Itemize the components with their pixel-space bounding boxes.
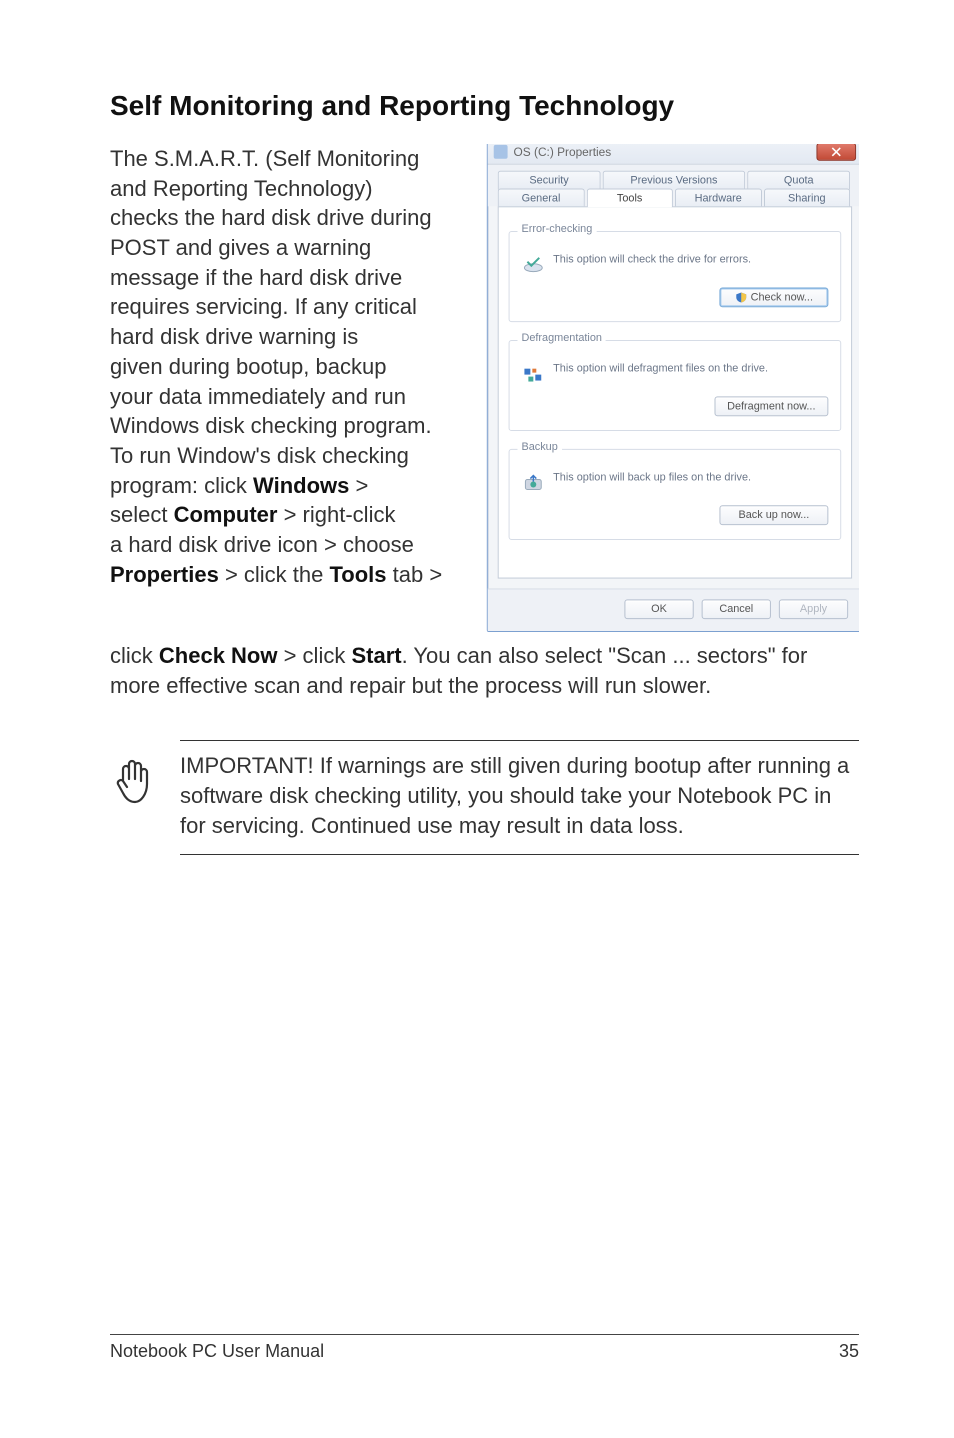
tab-general[interactable]: General: [498, 188, 585, 207]
intro-line: POST and gives a warning: [110, 235, 371, 260]
intro-paragraph: The S.M.A.R.T. (Self Monitoring and Repo…: [110, 144, 455, 589]
check-disk-icon: [521, 254, 545, 278]
kw-start: Start: [351, 643, 401, 668]
intro-line: given during bootup, backup: [110, 354, 386, 379]
group-label: Backup: [517, 441, 561, 453]
cancel-button[interactable]: Cancel: [702, 599, 771, 619]
group-label: Error-checking: [517, 223, 596, 235]
backup-icon: [521, 472, 545, 496]
intro-line: requires servicing. If any critical: [110, 294, 417, 319]
note-text: IMPORTANT! If warnings are still given d…: [180, 751, 859, 840]
intro-seq: a hard disk drive icon > choose: [110, 532, 414, 557]
kw-windows: Windows: [253, 473, 349, 498]
intro-seq: > right-click: [277, 502, 395, 527]
backup-now-button[interactable]: Back up now...: [719, 505, 828, 525]
defrag-icon: [521, 363, 545, 387]
group-text: This option will back up files on the dr…: [553, 472, 751, 485]
intro-line: Windows disk checking program.: [110, 413, 432, 438]
error-checking-group: Error-checking This option will check th…: [509, 231, 842, 322]
drive-icon: [494, 144, 508, 158]
footer-title: Notebook PC User Manual: [110, 1341, 324, 1362]
tools-panel: Error-checking This option will check th…: [498, 206, 852, 578]
important-note: IMPORTANT! If warnings are still given d…: [180, 740, 859, 855]
kw-tools: Tools: [329, 562, 386, 587]
intro-seq: program: click: [110, 473, 253, 498]
tab-previous-versions[interactable]: Previous Versions: [602, 171, 745, 190]
cont-text: click: [110, 643, 159, 668]
group-text: This option will check the drive for err…: [553, 254, 751, 267]
kw-properties: Properties: [110, 562, 219, 587]
dialog-titlebar: OS (C:) Properties: [488, 144, 859, 165]
close-icon: [831, 146, 841, 156]
backup-group: Backup This option will back up files on…: [509, 449, 842, 540]
page-number: 35: [839, 1341, 859, 1362]
group-text: This option will defragment files on the…: [553, 363, 768, 376]
section-heading: Self Monitoring and Reporting Technology: [110, 90, 859, 122]
hand-stop-icon: [110, 757, 160, 807]
tab-bar: Security Previous Versions Quota General…: [488, 165, 859, 207]
ok-button[interactable]: OK: [624, 599, 693, 619]
intro-line: and Reporting Technology): [110, 176, 373, 201]
check-now-label: Check now...: [751, 291, 813, 303]
kw-check-now: Check Now: [159, 643, 278, 668]
group-label: Defragmentation: [517, 332, 605, 344]
dialog-title: OS (C:) Properties: [514, 144, 612, 158]
tab-quota[interactable]: Quota: [747, 171, 850, 190]
tab-security[interactable]: Security: [498, 171, 601, 190]
tab-tools[interactable]: Tools: [586, 188, 673, 207]
intro-line: hard disk drive warning is: [110, 324, 358, 349]
close-button[interactable]: [816, 144, 856, 160]
intro-seq: >: [349, 473, 368, 498]
intro-seq: > click the: [219, 562, 330, 587]
intro-seq: select: [110, 502, 174, 527]
continuation-paragraph: click Check Now > click Start. You can a…: [110, 637, 859, 700]
intro-line: The S.M.A.R.T. (Self Monitoring: [110, 146, 419, 171]
tab-sharing[interactable]: Sharing: [764, 188, 851, 207]
check-now-button[interactable]: Check now...: [719, 287, 828, 307]
intro-seq: tab >: [387, 562, 443, 587]
dialog-button-row: OK Cancel Apply: [488, 588, 859, 631]
tab-hardware[interactable]: Hardware: [675, 188, 762, 207]
kw-computer: Computer: [174, 502, 278, 527]
defragment-now-button[interactable]: Defragment now...: [714, 396, 828, 416]
shield-icon: [735, 291, 747, 303]
apply-button[interactable]: Apply: [779, 599, 848, 619]
defragmentation-group: Defragmentation This option will defragm…: [509, 340, 842, 431]
properties-dialog: OS (C:) Properties Security Previous Ver…: [487, 144, 859, 632]
intro-line: checks the hard disk drive during: [110, 205, 432, 230]
page-footer: Notebook PC User Manual 35: [110, 1334, 859, 1362]
intro-line: To run Window's disk checking: [110, 443, 409, 468]
intro-line: your data immediately and run: [110, 384, 406, 409]
intro-line: message if the hard disk drive: [110, 265, 402, 290]
cont-text: > click: [277, 643, 351, 668]
